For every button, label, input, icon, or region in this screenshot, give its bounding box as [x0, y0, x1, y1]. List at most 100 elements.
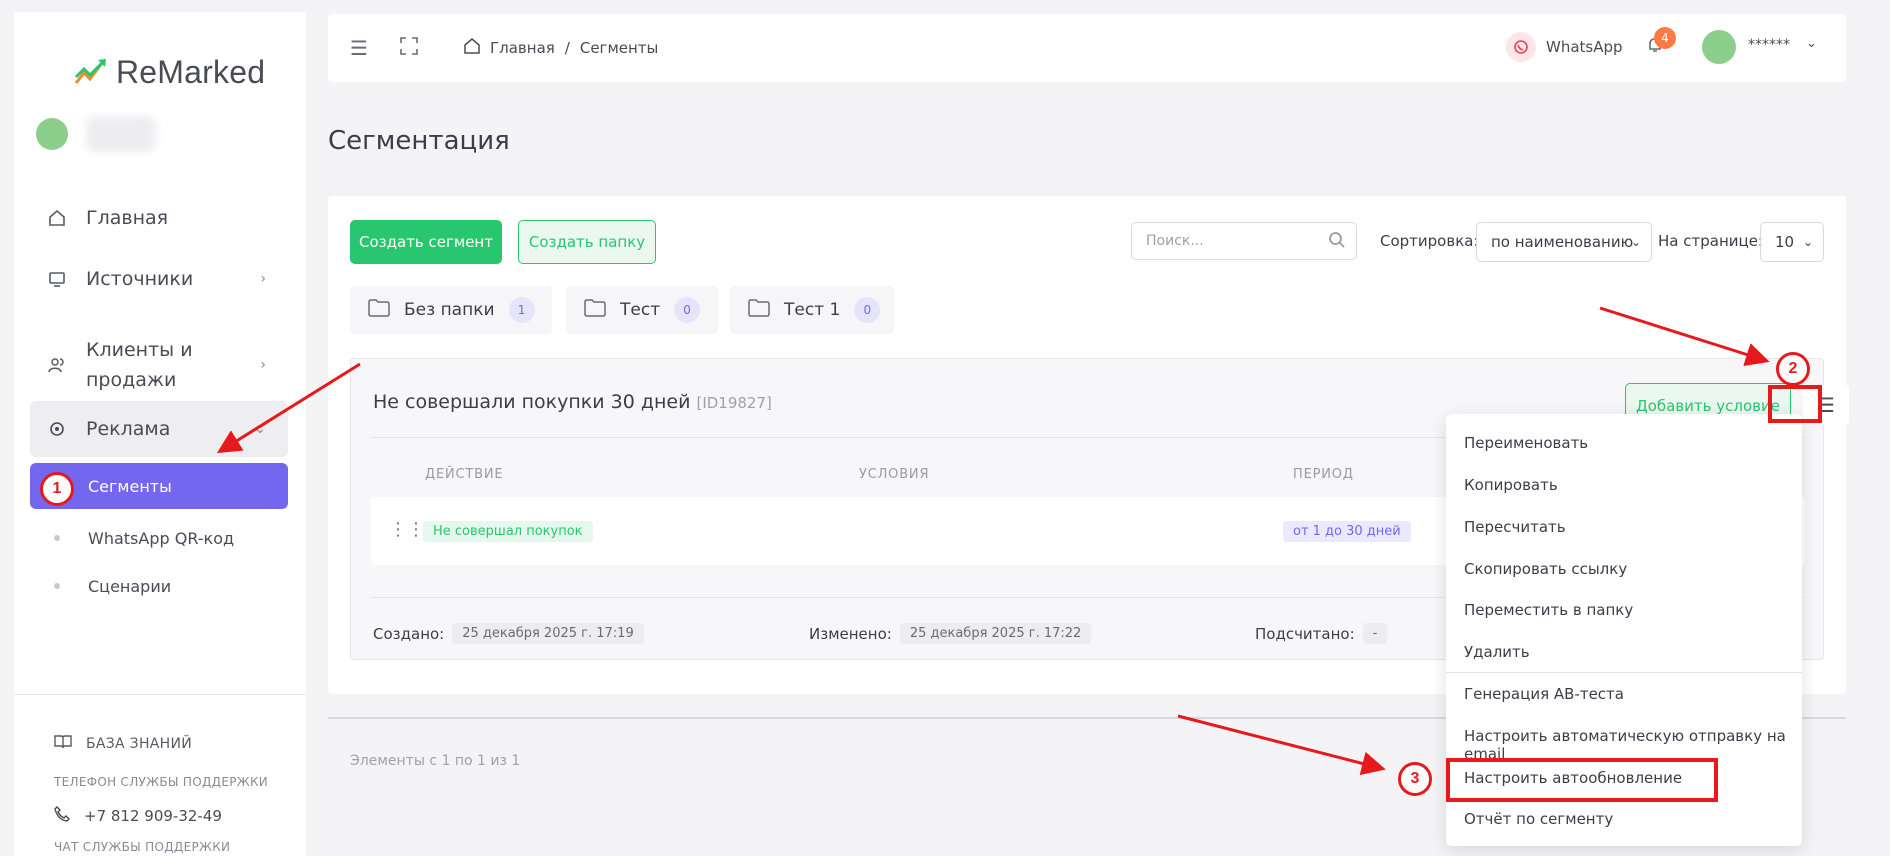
menu-item-copy[interactable]: Копировать — [1464, 476, 1558, 494]
sidebar-item-ads[interactable]: Реклама ⌄ — [30, 401, 288, 457]
folder-tab[interactable]: Тест 0 — [566, 286, 718, 334]
chevron-down-icon: ⌄ — [254, 421, 266, 437]
logo[interactable]: ReMarked — [74, 52, 265, 92]
annotation-step-2: 2 — [1776, 352, 1810, 386]
chevron-down-icon[interactable]: ⌄ — [1806, 36, 1817, 51]
phone-icon — [54, 806, 70, 826]
menu-item-delete[interactable]: Удалить — [1464, 643, 1530, 661]
modified-meta: Изменено: 25 декабря 2025 г. 17:22 — [809, 623, 1092, 644]
notification-badge: 4 — [1654, 27, 1676, 49]
menu-item-recalculate[interactable]: Пересчитать — [1464, 518, 1566, 536]
sidebar-item-scenarios[interactable]: Сценарии — [30, 570, 288, 602]
breadcrumb-home[interactable]: Главная — [490, 39, 555, 57]
drag-handle-icon[interactable]: ⋮⋮ — [389, 519, 425, 540]
sidebar-item-clients[interactable]: Клиенты и продажи › — [30, 330, 288, 400]
sidebar-item-label: Сегменты — [88, 476, 172, 496]
sidebar-item-label: Источники — [86, 268, 194, 290]
avatar[interactable] — [36, 118, 68, 150]
sidebar-item-sources[interactable]: Источники › — [30, 257, 288, 301]
menu-item-rename[interactable]: Переименовать — [1464, 434, 1588, 452]
search-icon — [1328, 231, 1346, 254]
fullscreen-icon[interactable] — [400, 36, 418, 60]
create-segment-button[interactable]: Создать сегмент — [350, 220, 502, 264]
created-label: Создано: — [373, 624, 445, 643]
menu-item-ab-test[interactable]: Генерация AB-теста — [1464, 685, 1624, 703]
menu-item-segment-report[interactable]: Отчёт по сегменту — [1464, 810, 1613, 828]
sidebar-item-label: Сценарии — [88, 576, 172, 596]
breadcrumb-current: Сегменты — [579, 39, 659, 57]
divider — [14, 694, 306, 695]
modified-label: Изменено: — [809, 624, 892, 643]
period-tag: от 1 до 30 дней — [1283, 521, 1411, 542]
divider — [1446, 672, 1802, 673]
search-input[interactable]: Поиск... — [1131, 222, 1357, 260]
support-phone-number: +7 812 909-32-49 — [84, 807, 222, 825]
user-name[interactable]: ****** — [1748, 37, 1790, 53]
action-tag: Не совершал покупок — [423, 521, 593, 542]
sidebar-item-label: WhatsApp QR-код — [88, 528, 235, 548]
menu-item-move-to-folder[interactable]: Переместить в папку — [1464, 601, 1633, 619]
menu-item-copy-link[interactable]: Скопировать ссылку — [1464, 560, 1627, 578]
sidebar-item-whatsapp-qr[interactable]: WhatsApp QR-код — [30, 522, 288, 554]
per-page-select[interactable]: 10 ⌄ — [1760, 222, 1824, 262]
support-phone[interactable]: +7 812 909-32-49 — [54, 806, 222, 826]
modified-value: 25 декабря 2025 г. 17:22 — [899, 623, 1092, 644]
knowledge-base-link[interactable]: БАЗА ЗНАНИЙ — [54, 734, 192, 754]
folder-icon — [748, 298, 770, 322]
created-value: 25 декабря 2025 г. 17:19 — [452, 623, 644, 644]
label-line-1: Клиенты и — [86, 339, 193, 361]
chevron-right-icon: › — [260, 357, 266, 373]
segment-title: Не совершали покупки 30 дней [ID19827] — [373, 391, 772, 413]
folder-count-badge: 1 — [508, 297, 535, 323]
chevron-down-icon: ⌄ — [1630, 235, 1641, 249]
support-phone-label: ТЕЛЕФОН СЛУЖБЫ ПОДДЕРЖКИ — [54, 775, 269, 789]
sort-label: Сортировка: — [1380, 232, 1479, 250]
label-line-2: продажи — [86, 369, 177, 391]
sort-value: по наименованию — [1491, 233, 1634, 251]
sidebar-item-label: Клиенты и продажи — [86, 335, 193, 395]
counted-meta: Подсчитано: - — [1255, 623, 1388, 644]
sort-select[interactable]: по наименованию ⌄ — [1476, 222, 1652, 262]
pagination-info: Элементы с 1 по 1 из 1 — [350, 753, 521, 769]
monitor-icon — [46, 268, 68, 290]
annotation-step-1: 1 — [40, 472, 74, 506]
target-icon — [46, 418, 68, 440]
per-page-label: На странице: — [1658, 232, 1763, 250]
user-name-blurred — [86, 116, 156, 152]
sidebar-item-label: Главная — [86, 207, 169, 229]
segment-name[interactable]: Не совершали покупки 30 дней — [373, 391, 690, 413]
annotation-arrow-3 — [1177, 714, 1386, 776]
column-header-conditions: УСЛОВИЯ — [859, 467, 930, 482]
annotation-highlight-auto-update — [1446, 758, 1718, 802]
folder-name: Без папки — [404, 300, 495, 320]
create-folder-button[interactable]: Создать папку — [518, 220, 656, 264]
counted-value: - — [1362, 623, 1388, 644]
logo-text: ReMarked — [116, 53, 266, 90]
knowledge-base-label: БАЗА ЗНАНИЙ — [86, 736, 193, 752]
column-header-action: ДЕЙСТВИЕ — [425, 467, 504, 482]
column-header-period: ПЕРИОД — [1293, 467, 1354, 482]
breadcrumb: Главная / Сегменты — [464, 38, 658, 58]
search-placeholder: Поиск... — [1146, 233, 1204, 249]
home-icon[interactable] — [464, 38, 480, 58]
whatsapp-button[interactable]: WhatsApp — [1506, 32, 1623, 62]
folder-icon — [584, 298, 606, 322]
folder-tab[interactable]: Без папки 1 — [350, 286, 552, 334]
folder-name: Тест 1 — [784, 300, 841, 320]
users-icon — [46, 354, 68, 376]
top-header: ☰ Главная / Сегменты WhatsApp 4 ****** ⌄ — [328, 14, 1846, 82]
book-icon — [54, 734, 72, 754]
annotation-step-3: 3 — [1398, 762, 1432, 796]
avatar[interactable] — [1702, 30, 1736, 64]
chevron-down-icon: ⌄ — [1802, 235, 1813, 249]
menu-icon[interactable]: ☰ — [350, 36, 368, 60]
folder-name: Тест — [620, 300, 661, 320]
folder-tab[interactable]: Тест 1 0 — [730, 286, 894, 334]
whatsapp-icon — [1506, 32, 1536, 62]
home-icon — [46, 207, 68, 229]
breadcrumb-separator: / — [564, 39, 570, 57]
segment-id: [ID19827] — [696, 394, 772, 412]
sidebar-item-home[interactable]: Главная — [30, 196, 288, 240]
folder-icon — [368, 298, 390, 322]
page-title: Сегментация — [328, 126, 510, 156]
